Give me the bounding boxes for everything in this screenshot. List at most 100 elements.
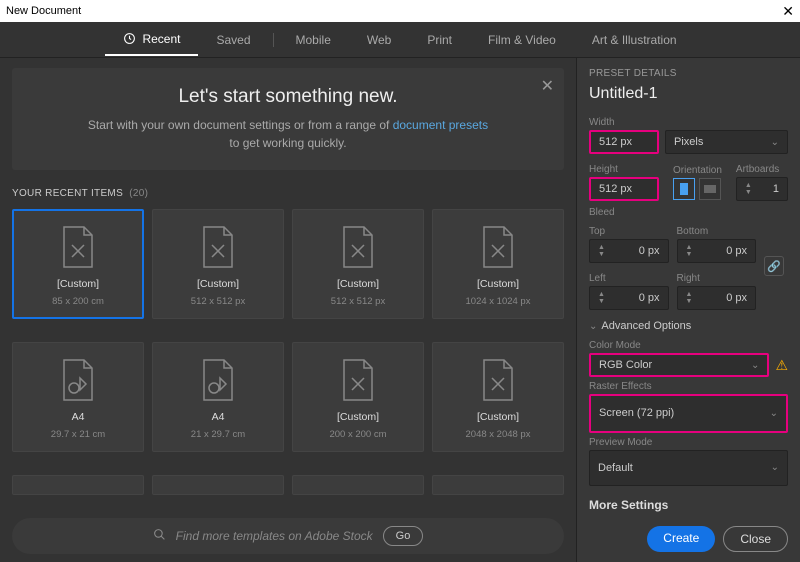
tab-saved-label: Saved [216, 33, 250, 47]
preview-mode-select[interactable]: Default⌄ [589, 450, 788, 487]
preset-thumb [478, 355, 518, 405]
chevron-down-icon: ⌄ [751, 360, 759, 371]
tab-art-illustration[interactable]: Art & Illustration [574, 25, 695, 55]
close-button[interactable]: Close [723, 526, 788, 552]
raster-effects-select[interactable]: Screen (72 ppi)⌄ [589, 394, 788, 433]
color-mode-select[interactable]: RGB Color⌄ [589, 353, 769, 377]
stock-placeholder: Find more templates on Adobe Stock [176, 529, 373, 543]
create-button[interactable]: Create [647, 526, 715, 552]
preset-card[interactable]: [Custom] 1024 x 1024 px [432, 209, 564, 319]
advanced-options-toggle[interactable]: ⌄Advanced Options [589, 320, 788, 332]
preset-thumb [478, 222, 518, 272]
stock-go-button[interactable]: Go [383, 526, 424, 546]
preset-thumb [198, 222, 238, 272]
preset-card[interactable] [292, 475, 424, 495]
chevron-down-icon: ⌄ [770, 408, 778, 419]
panel-header: PRESET DETAILS [589, 68, 788, 79]
orientation-label: Orientation [673, 165, 722, 176]
preset-label: [Custom] [477, 411, 519, 423]
warning-icon: ⚠ [775, 357, 788, 374]
chevron-down-icon: ⌄ [771, 462, 779, 473]
bleed-bottom-label: Bottom [677, 226, 757, 237]
bleed-right-input[interactable]: ▲▼0 px [677, 286, 757, 310]
preset-card[interactable]: A4 29.7 x 21 cm [12, 342, 144, 452]
bleed-left-label: Left [589, 273, 669, 284]
preset-label: [Custom] [57, 278, 99, 290]
height-input[interactable]: 512 px [589, 177, 659, 201]
window-close-icon[interactable]: ✕ [782, 3, 794, 20]
preset-label: A4 [212, 411, 225, 423]
preset-label: [Custom] [477, 278, 519, 290]
stepper-icon[interactable]: ▲▼ [686, 244, 693, 258]
preset-card[interactable] [432, 475, 564, 495]
bleed-label: Bleed [589, 207, 788, 218]
preset-label: [Custom] [337, 411, 379, 423]
title-bar: New Document ✕ [0, 0, 800, 22]
tab-mobile-label: Mobile [296, 33, 331, 47]
preset-sub: 1024 x 1024 px [466, 296, 531, 307]
units-select[interactable]: Pixels⌄ [665, 130, 788, 154]
clock-icon [123, 32, 136, 45]
bleed-top-input[interactable]: ▲▼0 px [589, 239, 669, 263]
tab-print[interactable]: Print [409, 25, 470, 55]
landscape-icon [703, 184, 717, 194]
preset-sub: 200 x 200 cm [329, 429, 386, 440]
tab-print-label: Print [427, 33, 452, 47]
preset-sub: 512 x 512 px [331, 296, 385, 307]
tab-film-video[interactable]: Film & Video [470, 25, 574, 55]
bleed-right-label: Right [677, 273, 757, 284]
intro-banner: ✕ Let's start something new. Start with … [12, 68, 564, 170]
tab-saved[interactable]: Saved [198, 25, 268, 55]
tab-recent-label: Recent [142, 32, 180, 46]
preset-label: [Custom] [197, 278, 239, 290]
tab-art-label: Art & Illustration [592, 33, 677, 47]
bleed-left-input[interactable]: ▲▼0 px [589, 286, 669, 310]
preset-sub: 2048 x 2048 px [466, 429, 531, 440]
preset-grid: [Custom] 85 x 200 cm [Custom] 512 x 512 … [12, 209, 564, 510]
category-tabs: Recent Saved Mobile Web Print Film & Vid… [0, 22, 800, 58]
preset-card[interactable] [12, 475, 144, 495]
preset-card[interactable]: [Custom] 200 x 200 cm [292, 342, 424, 452]
preset-thumb [58, 222, 98, 272]
stepper-icon[interactable]: ▲▼ [598, 291, 605, 305]
preset-card[interactable] [152, 475, 284, 495]
tab-separator [273, 33, 274, 47]
left-panel: ✕ Let's start something new. Start with … [0, 58, 576, 562]
chevron-down-icon: ⌄ [771, 137, 779, 148]
preset-card[interactable]: [Custom] 2048 x 2048 px [432, 342, 564, 452]
preset-thumb [338, 222, 378, 272]
width-input[interactable]: 512 px [589, 130, 659, 154]
color-mode-label: Color Mode [589, 340, 788, 351]
preset-sub: 21 x 29.7 cm [191, 429, 245, 440]
stepper-icon[interactable]: ▲▼ [686, 291, 693, 305]
intro-close-icon[interactable]: ✕ [541, 76, 554, 96]
tab-mobile[interactable]: Mobile [278, 25, 349, 55]
link-bleed-icon[interactable]: 🔗 [764, 256, 784, 276]
chevron-down-icon: ⌄ [589, 321, 597, 332]
stock-search[interactable]: Find more templates on Adobe Stock Go [12, 518, 564, 554]
bleed-top-label: Top [589, 226, 669, 237]
document-name[interactable]: Untitled-1 [589, 85, 788, 103]
preset-card[interactable]: A4 21 x 29.7 cm [152, 342, 284, 452]
more-settings-button[interactable]: More Settings [589, 498, 788, 512]
preset-sub: 512 x 512 px [191, 296, 245, 307]
preset-label: [Custom] [337, 278, 379, 290]
stepper-icon[interactable]: ▲▼ [598, 244, 605, 258]
bleed-bottom-input[interactable]: ▲▼0 px [677, 239, 757, 263]
document-presets-link[interactable]: document presets [393, 118, 488, 132]
tab-film-label: Film & Video [488, 33, 556, 47]
artboards-input[interactable]: ▲▼ 1 [736, 177, 788, 201]
preset-card[interactable]: [Custom] 512 x 512 px [152, 209, 284, 319]
tab-web[interactable]: Web [349, 25, 409, 55]
preset-details-panel: PRESET DETAILS Untitled-1 Width 512 px P… [576, 58, 800, 562]
preset-card[interactable]: [Custom] 512 x 512 px [292, 209, 424, 319]
portrait-icon [679, 182, 689, 196]
tab-web-label: Web [367, 33, 391, 47]
stepper-icon[interactable]: ▲▼ [745, 182, 752, 196]
preview-mode-label: Preview Mode [589, 437, 788, 448]
preset-card[interactable]: [Custom] 85 x 200 cm [12, 209, 144, 319]
tab-recent[interactable]: Recent [105, 24, 198, 56]
preset-label: A4 [72, 411, 85, 423]
orientation-landscape[interactable] [699, 178, 721, 200]
orientation-portrait[interactable] [673, 178, 695, 200]
